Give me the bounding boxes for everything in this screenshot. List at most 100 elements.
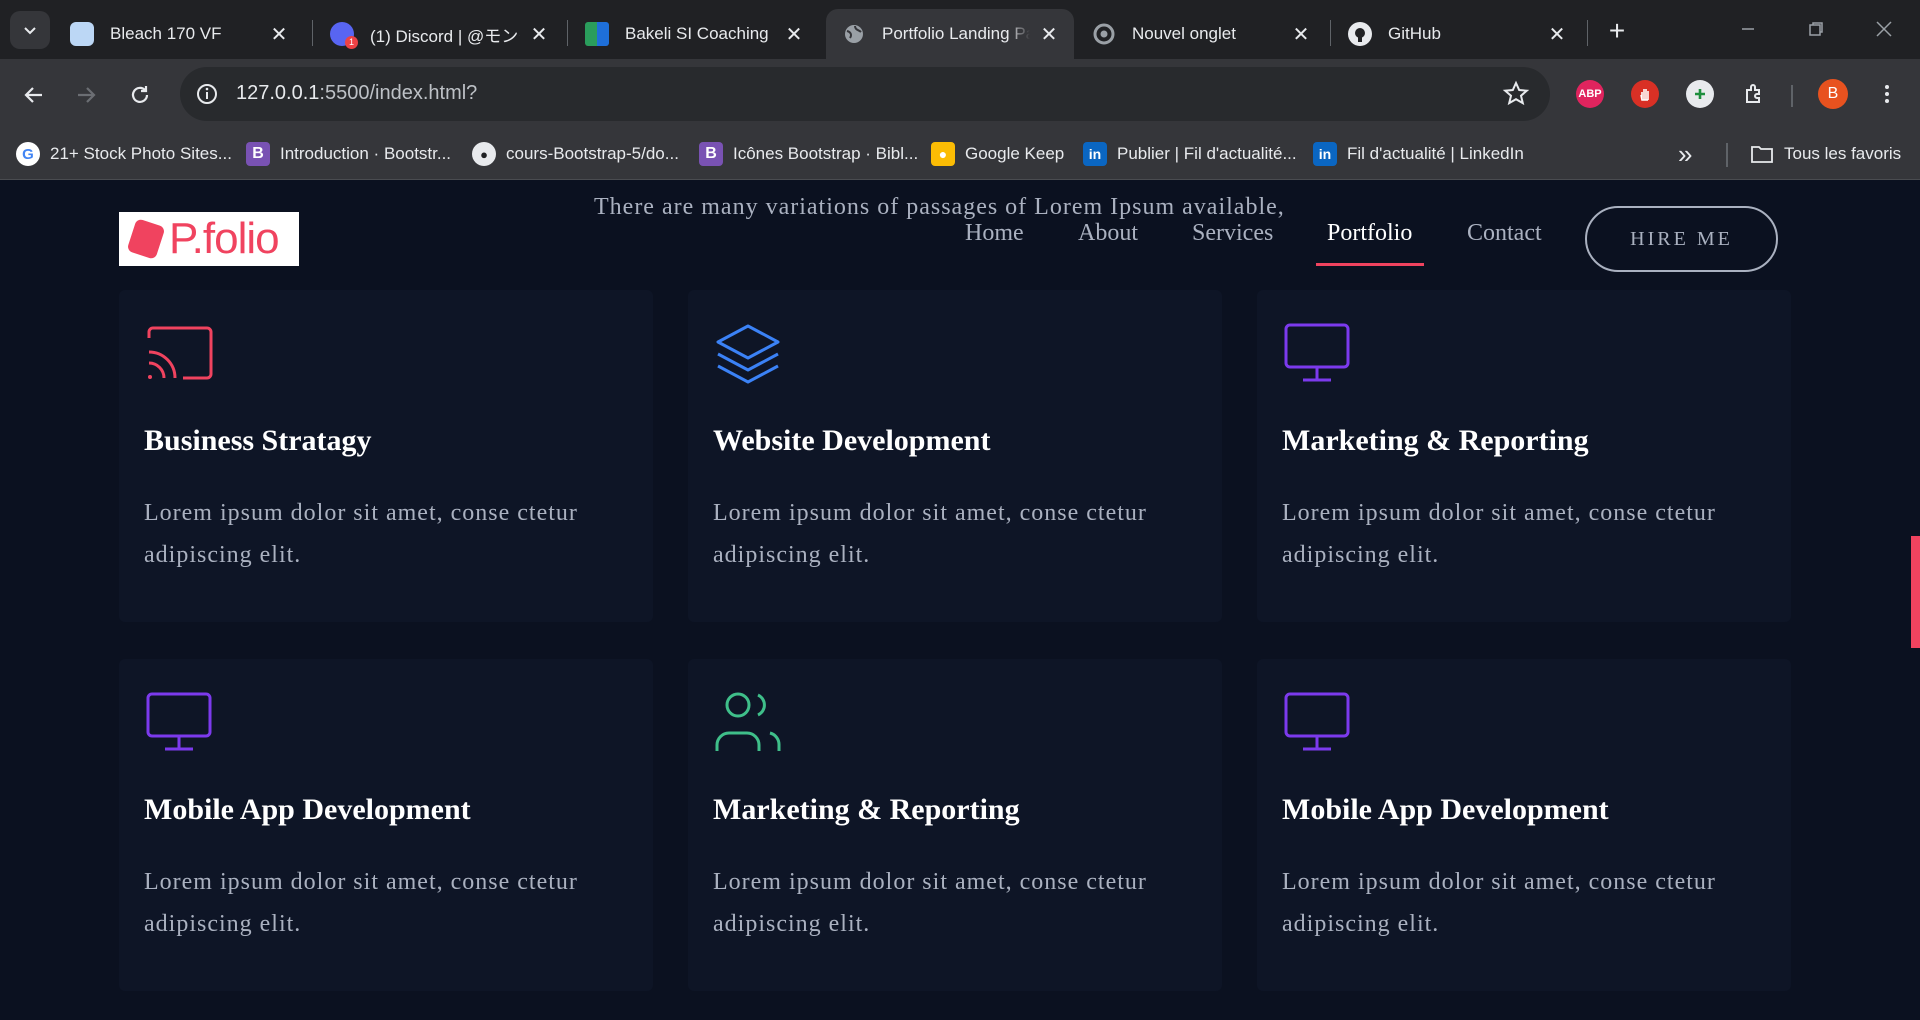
back-button[interactable] bbox=[14, 75, 54, 115]
service-title: Mobile App Development bbox=[144, 793, 471, 826]
nav-portfolio[interactable]: Portfolio bbox=[1327, 220, 1412, 247]
bookmark-star-icon[interactable] bbox=[1502, 80, 1530, 108]
bookmark-label: 21+ Stock Photo Sites... bbox=[50, 144, 232, 163]
close-window-button[interactable] bbox=[1864, 12, 1904, 46]
new-tab-button[interactable]: + bbox=[1600, 14, 1634, 48]
bookmark-cours-bootstrap[interactable]: ● cours-Bootstrap-5/do... bbox=[472, 137, 679, 171]
bookmark-linkedin-publish[interactable]: in Publier | Fil d'actualité... bbox=[1083, 137, 1297, 171]
service-title: Website Development bbox=[713, 424, 991, 457]
browser-toolbar: 127.0.0.1:5500/index.html? ABP B bbox=[0, 59, 1920, 129]
restore-button[interactable] bbox=[1796, 12, 1836, 46]
cast-icon bbox=[147, 326, 213, 380]
address-bar[interactable]: 127.0.0.1:5500/index.html? bbox=[180, 67, 1550, 121]
bookmark-label: Tous les favoris bbox=[1784, 144, 1902, 163]
bookmark-label: cours-Bootstrap-5/do... bbox=[506, 144, 679, 163]
arrow-left-icon bbox=[24, 87, 42, 103]
hire-me-button[interactable]: HIRE ME bbox=[1585, 206, 1778, 272]
bleach-favicon-icon bbox=[70, 22, 94, 46]
tab-divider bbox=[1330, 20, 1331, 46]
globe-icon bbox=[842, 22, 866, 46]
github-icon bbox=[1348, 22, 1372, 46]
bookmark-google-keep[interactable]: ● Google Keep bbox=[931, 137, 1064, 171]
tab-search-button[interactable] bbox=[10, 11, 50, 49]
monitor-icon bbox=[1284, 692, 1350, 751]
close-icon[interactable]: ✕ bbox=[268, 23, 290, 46]
tab-divider bbox=[567, 20, 568, 46]
monitor-icon bbox=[146, 692, 212, 751]
arrow-right-icon bbox=[78, 87, 96, 103]
tab-label: Portfolio Landing Pa bbox=[882, 24, 1030, 43]
nav-about[interactable]: About bbox=[1078, 220, 1138, 247]
forward-button[interactable] bbox=[66, 75, 106, 115]
tab-new[interactable]: Nouvel onglet ✕ bbox=[1076, 9, 1326, 59]
bootstrap-icon: B bbox=[246, 142, 270, 166]
profile-initial: B bbox=[1827, 85, 1839, 102]
close-icon bbox=[1876, 21, 1892, 37]
bookmark-label: Fil d'actualité | LinkedIn bbox=[1347, 144, 1524, 163]
tab-bakeli[interactable]: Bakeli SI Coaching ✕ bbox=[569, 9, 819, 59]
header-tagline: There are many variations of passages of… bbox=[594, 194, 1285, 220]
tab-label: (1) Discord | @モンタ bbox=[370, 26, 520, 46]
bakeli-favicon-icon bbox=[585, 22, 609, 46]
close-icon[interactable]: ✕ bbox=[528, 23, 550, 46]
tab-github[interactable]: GitHub ✕ bbox=[1332, 9, 1582, 59]
close-icon[interactable]: ✕ bbox=[1546, 23, 1568, 46]
nav-contact[interactable]: Contact bbox=[1467, 220, 1542, 247]
service-description: Lorem ipsum dolor sit amet, conse ctetur… bbox=[713, 869, 1147, 937]
close-icon[interactable]: ✕ bbox=[783, 23, 805, 46]
plus-circle-icon[interactable] bbox=[1686, 80, 1714, 108]
more-menu-icon[interactable] bbox=[1872, 79, 1902, 109]
service-card: Marketing & Reporting Lorem ipsum dolor … bbox=[1257, 290, 1791, 622]
abp-label: ABP bbox=[1578, 88, 1602, 100]
chevron-down-icon bbox=[24, 27, 36, 35]
tab-divider bbox=[1587, 20, 1588, 46]
logo-text: P.folio bbox=[169, 214, 280, 263]
tab-bleach[interactable]: Bleach 170 VF ✕ bbox=[54, 9, 304, 59]
tab-label: Nouvel onglet bbox=[1132, 24, 1236, 43]
chrome-icon bbox=[1092, 22, 1116, 46]
service-card: Website Development Lorem ipsum dolor si… bbox=[688, 290, 1222, 622]
service-card: Mobile App Development Lorem ipsum dolor… bbox=[119, 659, 653, 991]
service-description: Lorem ipsum dolor sit amet, conse ctetur… bbox=[144, 500, 578, 568]
close-icon[interactable]: ✕ bbox=[1290, 23, 1312, 46]
folder-icon bbox=[1750, 142, 1774, 166]
scroll-indicator[interactable] bbox=[1911, 536, 1920, 648]
service-card: Marketing & Reporting Lorem ipsum dolor … bbox=[688, 659, 1222, 991]
service-title: Business Stratagy bbox=[144, 424, 372, 457]
chevron-double-right-icon[interactable]: » bbox=[1678, 141, 1692, 167]
service-description: Lorem ipsum dolor sit amet, conse ctetur… bbox=[713, 500, 1147, 568]
bookmark-label: Publier | Fil d'actualité... bbox=[1117, 144, 1297, 163]
reload-button[interactable] bbox=[120, 75, 160, 115]
service-title: Mobile App Development bbox=[1282, 793, 1609, 826]
service-description: Lorem ipsum dolor sit amet, conse ctetur… bbox=[144, 869, 578, 937]
url-text[interactable]: 127.0.0.1:5500/index.html? bbox=[236, 82, 477, 105]
adblock-plus-icon[interactable]: ABP bbox=[1576, 80, 1604, 108]
bookmarks-divider bbox=[1726, 143, 1728, 167]
bookmark-label: Icônes Bootstrap · Bibl... bbox=[733, 144, 919, 163]
bookmark-stock-photos[interactable]: G 21+ Stock Photo Sites... bbox=[16, 137, 232, 171]
reload-icon bbox=[131, 86, 149, 103]
service-description: Lorem ipsum dolor sit amet, conse ctetur… bbox=[1282, 869, 1716, 937]
tab-discord[interactable]: 1 (1) Discord | @モンタ ✕ bbox=[314, 9, 564, 59]
bookmark-bootstrap-intro[interactable]: B Introduction · Bootstr... bbox=[246, 137, 451, 171]
puzzle-icon[interactable] bbox=[1740, 80, 1768, 108]
service-title: Marketing & Reporting bbox=[1282, 424, 1589, 457]
tab-label: Bakeli SI Coaching bbox=[625, 24, 769, 43]
bookmark-linkedin-feed[interactable]: in Fil d'actualité | LinkedIn bbox=[1313, 137, 1524, 171]
service-title: Marketing & Reporting bbox=[713, 793, 1020, 826]
tab-label: GitHub bbox=[1388, 24, 1441, 43]
all-bookmarks-folder[interactable]: Tous les favoris bbox=[1750, 137, 1901, 171]
discord-favicon-icon: 1 bbox=[330, 22, 358, 49]
tab-portfolio[interactable]: Portfolio Landing Pa ✕ bbox=[826, 9, 1074, 59]
site-logo[interactable]: P.folio bbox=[119, 212, 299, 266]
minimize-button[interactable] bbox=[1728, 12, 1768, 46]
site-info-icon[interactable] bbox=[194, 81, 220, 107]
profile-avatar[interactable]: B bbox=[1818, 79, 1848, 109]
bookmark-bootstrap-icons[interactable]: B Icônes Bootstrap · Bibl... bbox=[699, 137, 918, 171]
google-icon: G bbox=[16, 142, 40, 166]
nav-home[interactable]: Home bbox=[965, 220, 1024, 247]
close-icon[interactable]: ✕ bbox=[1038, 23, 1060, 46]
hand-stop-icon[interactable] bbox=[1631, 80, 1659, 108]
nav-services[interactable]: Services bbox=[1192, 220, 1273, 247]
bookmark-label: Google Keep bbox=[965, 144, 1065, 163]
